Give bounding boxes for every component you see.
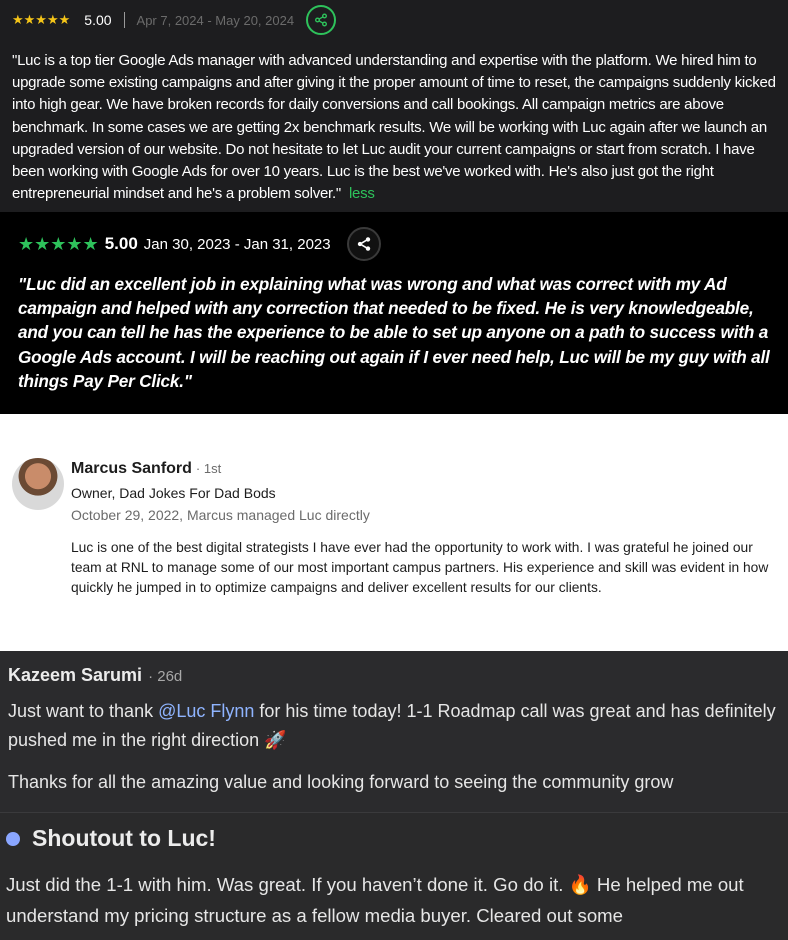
review-header: ★★★★★ 5.00 Apr 7, 2024 - May 20, 2024 bbox=[12, 5, 337, 35]
star-rating-icon: ★★★★★ bbox=[12, 12, 71, 27]
recommender-title: Owner, Dad Jokes For Dad Bods bbox=[71, 485, 276, 501]
review-dates: Apr 7, 2024 - May 20, 2024 bbox=[136, 12, 295, 28]
review-card-2: ★★★★★ 5.00 Jan 30, 2023 - Jan 31, 2023 "… bbox=[0, 212, 788, 414]
less-link[interactable]: less bbox=[349, 185, 375, 202]
post-title[interactable]: Shoutout to Luc! bbox=[32, 825, 216, 852]
connection-degree: · 1st bbox=[195, 461, 222, 476]
rating-value: 5.00 bbox=[104, 234, 138, 253]
comment-text-part: Just want to thank bbox=[8, 701, 159, 721]
user-mention-link[interactable]: @Luc Flynn bbox=[158, 701, 254, 721]
comment-author[interactable]: Kazeem Sarumi bbox=[8, 665, 142, 686]
recommender-name[interactable]: Marcus Sanford bbox=[71, 460, 192, 478]
review-header: ★★★★★ 5.00 Jan 30, 2023 - Jan 31, 2023 bbox=[18, 227, 381, 261]
comment-age: · 26d bbox=[148, 668, 183, 685]
review-text: "Luc is a top tier Google Ads manager wi… bbox=[12, 50, 776, 205]
star-rating-icon: ★★★★★ bbox=[18, 233, 99, 254]
rating-value: 5.00 bbox=[84, 12, 112, 28]
recommendation-card: Marcus Sanford · 1st Owner, Dad Jokes Fo… bbox=[0, 414, 788, 651]
avatar[interactable] bbox=[12, 458, 64, 510]
comment-text: Just want to thank @Luc Flynn for his ti… bbox=[8, 697, 778, 755]
share-button[interactable] bbox=[306, 5, 337, 35]
review-text-content: "Luc is a top tier Google Ads manager wi… bbox=[12, 52, 776, 203]
post-card: Shoutout to Luc! Just did the 1-1 with h… bbox=[0, 812, 788, 940]
share-icon bbox=[315, 13, 328, 27]
review-text: "Luc did an excellent job in explaining … bbox=[18, 274, 770, 391]
comment-author-row: Kazeem Sarumi · 26d bbox=[8, 665, 182, 686]
recommendation-meta: October 29, 2022, Marcus managed Luc dir… bbox=[71, 507, 370, 523]
comment-card-1: Kazeem Sarumi · 26d Just want to thank @… bbox=[0, 651, 788, 812]
divider bbox=[123, 12, 125, 28]
share-icon bbox=[357, 237, 370, 251]
share-button[interactable] bbox=[346, 227, 381, 261]
review-card-1: ★★★★★ 5.00 Apr 7, 2024 - May 20, 2024 "L… bbox=[0, 0, 788, 212]
post-header: Shoutout to Luc! bbox=[6, 825, 216, 852]
review-dates: Jan 30, 2023 - Jan 31, 2023 bbox=[143, 235, 331, 253]
recommendation-text: Luc is one of the best digital strategis… bbox=[71, 540, 769, 595]
comment-text-2: Thanks for all the amazing value and loo… bbox=[8, 772, 674, 792]
unread-dot-icon bbox=[6, 831, 20, 846]
recommender-name-row: Marcus Sanford · 1st bbox=[71, 460, 221, 478]
post-text: Just did the 1-1 with him. Was great. If… bbox=[6, 874, 744, 926]
